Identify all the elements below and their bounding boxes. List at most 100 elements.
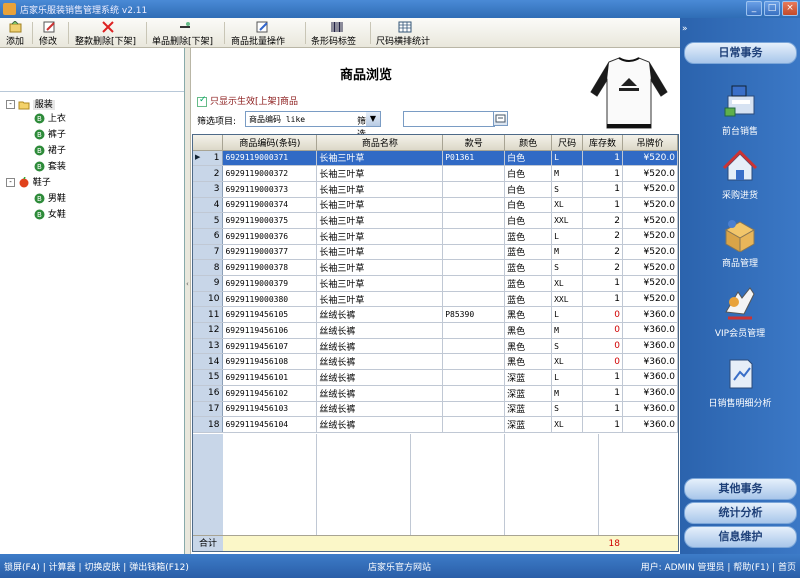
tree-node-men-shoes[interactable]: B 男鞋 — [34, 192, 66, 206]
col-header-name[interactable]: 商品名称 — [316, 135, 444, 151]
price-cell: ¥520.0 — [622, 291, 678, 308]
minimize-button[interactable]: _ — [746, 1, 762, 16]
window-title: 店家乐服装销售管理系统 v2.11 — [20, 6, 148, 16]
table-row[interactable]: 11 6929119456105 丝绒长裤 P85390 黑色 L 0 ¥360.0 — [193, 306, 678, 324]
sidebar-item-products[interactable]: 商品管理 — [680, 214, 800, 269]
table-row[interactable]: 3 6929119000373 长袖三叶草 白色 S 1 ¥520.0 — [193, 181, 678, 198]
color-cell: 白色 — [504, 150, 553, 167]
table-row[interactable]: 5 6929119000375 长袖三叶草 白色 XXL 2 ¥520.0 — [193, 212, 678, 229]
collapse-icon[interactable]: » — [682, 24, 688, 34]
tree-node-tops[interactable]: B 上衣 — [34, 112, 66, 126]
status-user-info[interactable]: 用户: ADMIN 管理员 | 帮助(F1) | 首页 — [641, 560, 796, 573]
col-header-price[interactable]: 吊牌价 — [622, 135, 678, 151]
col-header-style[interactable]: 款号 — [442, 135, 506, 151]
info-maintenance-button[interactable]: 信息维护 — [684, 526, 797, 548]
table-row[interactable]: 9 6929119000379 长袖三叶草 蓝色 XL 1 ¥520.0 — [193, 275, 678, 292]
current-row-arrow-icon: ▶ — [195, 152, 201, 161]
stock-cell: 2 — [582, 259, 623, 276]
sidebar-item-purchase[interactable]: 采购进货 — [680, 146, 800, 201]
tree-node-suits[interactable]: B 套装 — [34, 160, 66, 174]
delete-style-button[interactable]: 整款删除[下架] — [74, 18, 142, 48]
add-button[interactable]: 添加 — [4, 18, 28, 48]
batch-operation-button[interactable]: 商品批量操作 — [230, 18, 302, 48]
sidebar-item-vip[interactable]: VIP会员管理 — [680, 284, 800, 339]
status-shortcuts[interactable]: 锁屏(F4) | 计算器 | 切换皮肤 | 弹出钱箱(F12) — [4, 560, 189, 573]
row-number: 13 — [193, 338, 224, 355]
stock-cell: 2 — [582, 212, 623, 229]
svg-text:B: B — [37, 163, 42, 171]
table-row[interactable]: 15 6929119456101 丝绒长裤 深蓝 L 1 ¥360.0 — [193, 369, 678, 386]
table-row[interactable]: 7 6929119000377 长袖三叶草 蓝色 M 2 ¥520.0 — [193, 244, 678, 261]
table-row[interactable]: 4 6929119000374 长袖三叶草 白色 XL 1 ¥520.0 — [193, 197, 678, 214]
close-button[interactable]: × — [782, 1, 798, 16]
svg-text:B: B — [37, 131, 42, 139]
size-cell: XL — [551, 353, 584, 371]
product-browse-panel: 商品浏览 只显示生效[上架]商品 筛选项目: 商品编码 like ▼ 筛选内容: — [191, 48, 680, 554]
sidebar-item-sales[interactable]: 前台销售 — [680, 82, 800, 137]
maximize-button[interactable]: □ — [764, 1, 780, 16]
search-icon — [495, 114, 506, 123]
show-active-checkbox[interactable]: 只显示生效[上架]商品 — [197, 94, 298, 107]
barcode-cell: 6929119000378 — [222, 259, 318, 276]
tree-node-pants[interactable]: B 裤子 — [34, 128, 66, 142]
tree-node-women-shoes[interactable]: B 女鞋 — [34, 208, 66, 222]
page-title: 商品浏览 — [339, 68, 392, 83]
col-header-size[interactable]: 尺码 — [551, 135, 584, 151]
col-header-color[interactable]: 颜色 — [504, 135, 553, 151]
edit-button[interactable]: 修改 — [38, 18, 62, 48]
daily-tasks-button[interactable]: 日常事务 — [684, 42, 797, 64]
size-cell: L — [551, 369, 584, 386]
size-cell: S — [551, 401, 584, 418]
col-header-stock[interactable]: 库存数 — [582, 135, 623, 151]
row-number: 11 — [193, 306, 224, 324]
apple-icon — [19, 176, 29, 188]
name-cell: 长袖三叶草 — [316, 244, 444, 261]
table-row[interactable]: 6 6929119000376 长袖三叶草 蓝色 L 2 ¥520.0 — [193, 228, 678, 245]
table-row[interactable]: 12 6929119456106 丝绒长裤 黑色 M 0 ¥360.0 — [193, 322, 678, 339]
report-icon — [729, 359, 753, 389]
price-cell: ¥520.0 — [622, 212, 678, 229]
tree-node-clothing[interactable]: - 服装 — [6, 98, 55, 112]
table-row[interactable]: 18 6929119456104 丝绒长裤 深蓝 XL 1 ¥360.0 — [193, 416, 678, 433]
table-row[interactable]: 8 6929119000378 长袖三叶草 蓝色 S 2 ¥520.0 — [193, 259, 678, 276]
price-cell: ¥520.0 — [622, 150, 678, 167]
barcode-cell: 6929119000371 — [222, 150, 318, 167]
table-row[interactable]: 10 6929119000380 长袖三叶草 蓝色 XXL 1 ¥520.0 — [193, 291, 678, 308]
price-cell: ¥360.0 — [622, 416, 678, 433]
sidebar-item-analysis[interactable]: 日销售明细分析 — [680, 354, 800, 409]
table-row[interactable]: 17 6929119456103 丝绒长裤 深蓝 S 1 ¥360.0 — [193, 401, 678, 418]
official-site-link[interactable]: 店家乐官方网站 — [368, 560, 431, 573]
table-row[interactable]: 16 6929119456102 丝绒长裤 深蓝 M 1 ¥360.0 — [193, 385, 678, 402]
price-cell: ¥520.0 — [622, 259, 678, 276]
table-row[interactable]: 14 6929119456108 丝绒长裤 黑色 XL 0 ¥360.0 — [193, 353, 678, 371]
style-cell — [442, 385, 506, 402]
size-cell: L — [551, 228, 584, 245]
color-cell: 深蓝 — [504, 385, 553, 402]
tree-node-shoes[interactable]: - 鞋子 — [6, 176, 51, 190]
filter-search-button[interactable] — [493, 111, 508, 126]
barcode-cell: 6929119000372 — [222, 165, 318, 182]
size-cell: XXL — [551, 212, 584, 229]
tree-node-skirts[interactable]: B 裙子 — [34, 144, 66, 158]
table-row[interactable]: 13 6929119456107 丝绒长裤 黑色 S 0 ¥360.0 — [193, 338, 678, 355]
col-header-barcode[interactable]: 商品编码(条码) — [222, 135, 318, 151]
table-row[interactable]: 1 ▶ 6929119000371 长袖三叶草 P01361 白色 L 1 ¥520.0 — [193, 150, 678, 167]
delete-item-button[interactable]: 单品删除[下架] — [151, 18, 219, 48]
color-cell: 黑色 — [504, 353, 553, 371]
statistics-button[interactable]: 统计分析 — [684, 502, 797, 524]
size-stats-button[interactable]: 尺码横排统计 — [376, 18, 436, 48]
table-row[interactable]: 2 6929119000372 长袖三叶草 白色 M 1 ¥520.0 — [193, 165, 678, 182]
category-leaf-icon: B — [34, 193, 45, 204]
row-number: 7 — [193, 244, 224, 261]
barcode-label-button[interactable]: 条形码标签 — [310, 18, 368, 48]
stock-cell: 1 — [582, 401, 623, 418]
right-sidebar: » 日常事务 前台销售 采购进货 商品管理 VIP会员管理 日销售明细分析 其他… — [680, 18, 800, 554]
style-cell — [442, 338, 506, 355]
name-cell: 丝绒长裤 — [316, 338, 444, 355]
barcode-cell: 6929119000375 — [222, 212, 318, 229]
barcode-cell: 6929119456103 — [222, 401, 318, 418]
other-tasks-button[interactable]: 其他事务 — [684, 478, 797, 500]
filter-content-input[interactable] — [403, 111, 495, 127]
barcode-cell: 6929119456105 — [222, 306, 318, 324]
price-cell: ¥520.0 — [622, 275, 678, 292]
